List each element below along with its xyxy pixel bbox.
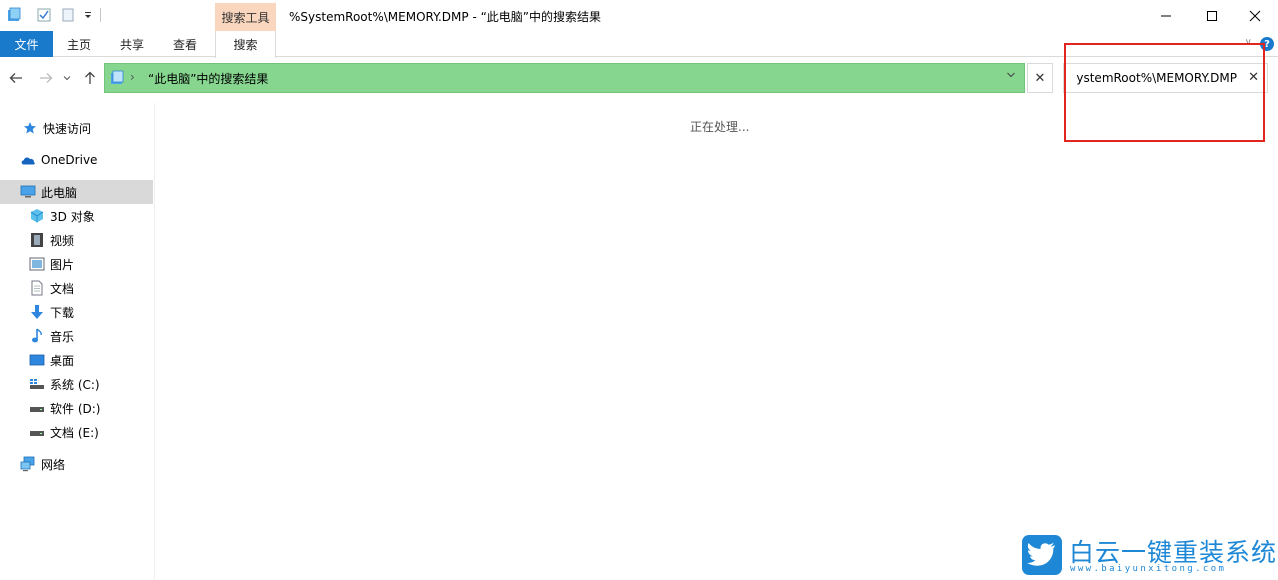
properties-icon[interactable] [35,6,53,24]
close-button[interactable] [1232,0,1278,31]
sidebar-item-label: OneDrive [41,153,98,167]
customize-toolbar-icon[interactable] [79,6,97,24]
minimize-button[interactable] [1143,0,1189,31]
forward-arrow-icon [40,73,53,83]
address-bar[interactable]: › “此电脑”中的搜索结果 [104,63,1025,93]
sidebar-item-label: 网络 [41,457,66,472]
sidebar-item-label: 快速访问 [43,121,92,136]
breadcrumb-chevron-icon[interactable]: › [130,70,135,84]
sidebar-item-onedrive[interactable]: OneDrive [0,148,153,172]
sidebar-item-label: 桌面 [50,353,75,368]
sidebar-item-videos[interactable]: 视频 [0,228,153,252]
tab-search[interactable]: 搜索 [215,31,276,58]
sidebar-item-label: 系统 (C:) [50,377,100,392]
sidebar-item-downloads[interactable]: 下载 [0,300,153,324]
recent-locations-button[interactable] [60,68,74,88]
sidebar-item-label: 软件 (D:) [50,401,101,416]
sidebar-item-label: 下载 [50,305,75,320]
title-bar: 搜索工具 %SystemRoot%\MEMORY.DMP - “此电脑”中的搜索… [0,0,1278,31]
sidebar-item-drive-d[interactable]: 软件 (D:) [0,396,153,420]
minimize-icon [1161,15,1171,16]
watermark-logo: 白云一键重装系统 www.baiyunxitong.com [1022,533,1276,577]
file-list-area[interactable]: 正在处理... [156,103,1278,580]
document-icon [29,280,45,296]
sidebar-item-label: 3D 对象 [50,209,95,224]
drive-e-icon [29,424,45,440]
chevron-down-icon [63,76,71,81]
cube-icon [29,208,45,224]
video-icon [29,232,45,248]
picture-icon [29,256,45,272]
clear-address-button[interactable]: ✕ [1027,63,1053,93]
search-location-icon [109,70,125,89]
sidebar-item-label: 视频 [50,233,75,248]
sidebar-item-desktop[interactable]: 桌面 [0,348,153,372]
forward-button[interactable] [36,68,56,88]
sidebar-item-quick-access[interactable]: 快速访问 [0,116,153,140]
tab-file[interactable]: 文件 [0,31,53,57]
file-explorer-window: 搜索工具 %SystemRoot%\MEMORY.DMP - “此电脑”中的搜索… [0,0,1278,580]
sidebar-item-documents[interactable]: 文档 [0,276,153,300]
sidebar-item-3d-objects[interactable]: 3D 对象 [0,204,153,228]
tab-share[interactable]: 共享 [110,31,154,57]
back-arrow-icon [9,73,22,83]
toolbar-divider [100,8,101,22]
music-icon [29,328,45,344]
sidebar-item-label: 图片 [50,257,75,272]
sidebar-item-label: 此电脑 [41,185,78,200]
drive-c-icon [29,376,45,392]
address-dropdown-icon[interactable] [1006,70,1016,83]
sidebar-item-label: 音乐 [50,329,75,344]
up-arrow-icon [85,71,95,84]
watermark-url: www.baiyunxitong.com [1070,564,1227,574]
search-tools-context-tab: 搜索工具 [215,3,276,31]
network-icon [20,456,36,472]
sidebar-item-drive-c[interactable]: 系统 (C:) [0,372,153,396]
star-icon [22,120,38,136]
sidebar-item-pictures[interactable]: 图片 [0,252,153,276]
close-icon [1249,10,1261,21]
new-folder-icon[interactable] [59,6,77,24]
sidebar-item-music[interactable]: 音乐 [0,324,153,348]
maximize-icon [1207,10,1217,21]
tab-home[interactable]: 主页 [57,31,101,57]
back-button[interactable] [6,68,26,88]
tab-view[interactable]: 查看 [163,31,207,57]
drive-d-icon [29,400,45,416]
maximize-button[interactable] [1189,0,1235,31]
bird-logo-icon [1022,535,1062,575]
computer-icon [20,184,36,200]
up-button[interactable] [80,68,100,88]
sidebar-item-this-pc[interactable]: 此电脑 [0,180,153,204]
processing-status: 正在处理... [690,120,750,134]
cloud-icon [20,152,36,168]
sidebar-item-label: 文档 [50,281,75,296]
explorer-app-icon[interactable] [5,6,23,24]
address-text: “此电脑”中的搜索结果 [148,72,269,86]
sidebar-item-drive-e[interactable]: 文档 (E:) [0,420,153,444]
navigation-pane: 快速访问 OneDrive 此电脑 3D 对象 视频 图片 文档 下载 音乐 桌… [0,103,155,580]
sidebar-item-network[interactable]: 网络 [0,452,153,476]
download-icon [29,304,45,320]
sidebar-item-label: 文档 (E:) [50,425,99,440]
desktop-icon [29,352,45,368]
window-title: %SystemRoot%\MEMORY.DMP - “此电脑”中的搜索结果 [289,10,602,24]
